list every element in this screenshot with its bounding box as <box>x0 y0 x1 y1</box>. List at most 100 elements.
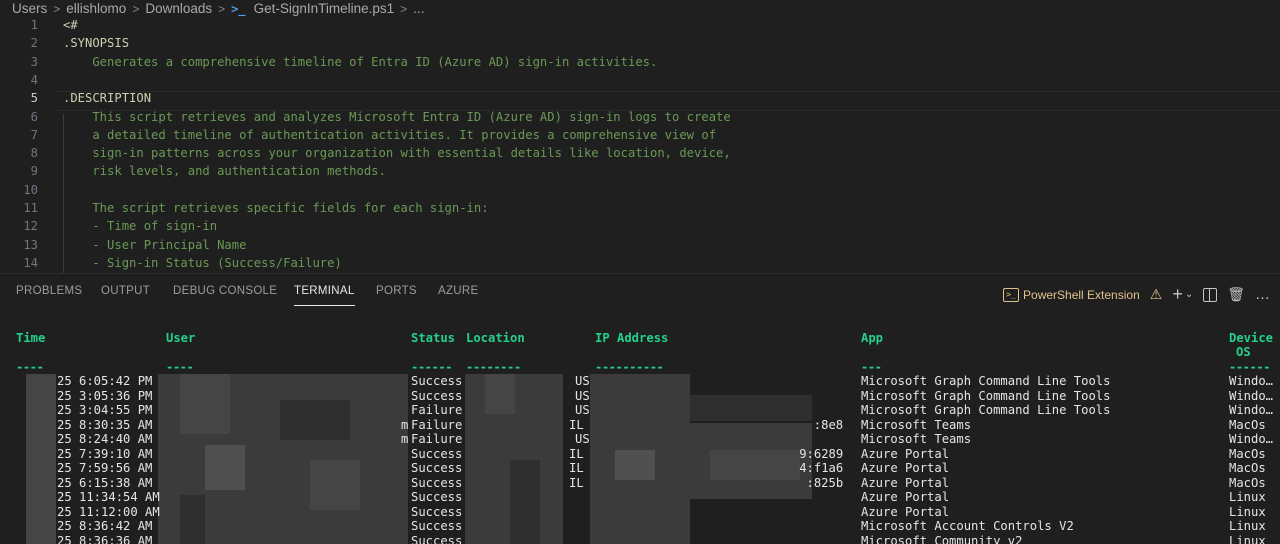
table-row: 25 6:15:38 AM Success IL:825b Azure Portal M… <box>0 476 1280 491</box>
underline-location: -------- <box>466 360 521 374</box>
code-line[interactable]: 4 <box>0 73 1280 91</box>
line-number: 7 <box>30 127 38 142</box>
breadcrumb-item-users[interactable]: Users <box>12 1 47 16</box>
cell-status: Failure <box>411 432 463 446</box>
cell-ip: 4:f1a6 <box>799 461 844 475</box>
line-number: 11 <box>23 201 38 215</box>
code-line[interactable]: 11 The script retrieves specific fields … <box>0 201 1280 219</box>
column-header-time: Time <box>16 331 46 345</box>
code-line[interactable]: 1 <# <box>0 18 1280 36</box>
code-line[interactable]: 13 - User Principal Name <box>0 238 1280 256</box>
code-text: <# <box>63 18 78 32</box>
cell-time: 25 3:04:55 PM <box>57 403 153 417</box>
powershell-icon[interactable]: >_ <box>1003 287 1020 302</box>
breadcrumb-item-more[interactable]: ... <box>413 1 424 16</box>
cell-status: Success <box>411 490 463 504</box>
column-header-user: User <box>166 331 196 345</box>
breadcrumb-item-user[interactable]: ellishlomo <box>66 1 126 16</box>
line-number: 10 <box>23 182 38 197</box>
column-header-location: Location <box>466 331 525 345</box>
code-text: risk levels, and authentication methods. <box>63 164 386 179</box>
cell-status: Success <box>411 374 463 388</box>
code-line[interactable]: 12 - Time of sign-in <box>0 219 1280 237</box>
table-row: 25 8:36:42 AM Success Microsoft Account Co… <box>0 519 1280 534</box>
add-terminal-icon[interactable]: + <box>1172 284 1183 305</box>
terminal-name[interactable]: PowerShell Extension <box>1023 288 1140 302</box>
more-icon[interactable]: … <box>1255 286 1270 303</box>
code-line[interactable]: 14 - Sign-in Status (Success/Failure) <box>0 256 1280 273</box>
tab-debug-console[interactable]: DEBUG CONSOLE <box>173 285 277 297</box>
tab-azure[interactable]: AZURE <box>438 285 478 297</box>
breadcrumb-item-downloads[interactable]: Downloads <box>145 1 212 16</box>
code-text: - User Principal Name <box>63 237 247 252</box>
code-line[interactable]: 10 <box>0 183 1280 201</box>
cell-time: 25 7:39:10 AM <box>57 446 153 461</box>
code-line[interactable]: 3 Generates a comprehensive timeline of … <box>0 55 1280 73</box>
underline-app: --- <box>861 360 882 374</box>
cell-status: Failure <box>411 417 463 432</box>
trash-icon[interactable]: 🗑 <box>1227 286 1245 303</box>
code-line[interactable]: 5 .DESCRIPTION <box>0 91 1280 109</box>
underline-status: ------ <box>411 360 453 374</box>
cell-app: Azure Portal <box>861 475 950 490</box>
cell-ip: 9:6289 <box>799 446 844 461</box>
cell-app: Microsoft Graph Command Line Tools <box>861 388 1111 403</box>
breadcrumb-item-file[interactable]: Get-SignInTimeline.ps1 <box>254 1 395 16</box>
cell-status: Success <box>411 475 463 490</box>
chevron-down-icon[interactable]: ⌄ <box>1185 289 1193 300</box>
cell-location: IL <box>569 446 584 461</box>
code-line[interactable]: 2 .SYNOPSIS <box>0 36 1280 54</box>
cell-os: Windo… <box>1229 403 1274 417</box>
code-editor[interactable]: 1 <# 2 .SYNOPSIS 3 Generates a comprehensive… <box>0 18 1280 273</box>
column-header-os: OS <box>1236 345 1251 359</box>
panel-actions: >_ PowerShell Extension ⚠ + ⌄ 🗑 … <box>1003 284 1270 305</box>
tab-ports[interactable]: PORTS <box>376 285 417 297</box>
underline-ip: ---------- <box>595 360 664 374</box>
code-text: .DESCRIPTION <box>63 91 152 106</box>
tab-problems[interactable]: PROBLEMS <box>16 285 82 297</box>
column-header-device-os: Device OS <box>1229 331 1273 359</box>
cell-location: IL <box>569 417 584 432</box>
line-number: 1 <box>30 18 38 32</box>
code-line[interactable]: 8 sign-in patterns across your organizat… <box>0 146 1280 164</box>
cell-location: US <box>575 403 590 417</box>
table-row: 25 8:30:35 AM m Failure IL:8e8 Microsoft Tea… <box>0 418 1280 433</box>
cell-time: 25 11:34:54 AM <box>57 490 160 504</box>
code-text: sign-in patterns across your organizatio… <box>63 146 731 161</box>
cell-os: Windo… <box>1229 374 1274 388</box>
cell-status: Success <box>411 504 463 519</box>
column-header-device: Device <box>1229 331 1274 345</box>
cell-user: m <box>401 417 409 432</box>
breadcrumb: Users > ellishlomo > Downloads > >_ Get-… <box>0 0 1280 17</box>
line-number: 3 <box>30 54 38 69</box>
cell-time: 25 8:36:36 AM <box>57 533 153 544</box>
cell-time: 25 6:05:42 PM <box>57 374 153 388</box>
code-text: Generates a comprehensive timeline of En… <box>63 54 658 69</box>
chevron-right-icon: > <box>218 1 226 16</box>
code-line[interactable]: 9 risk levels, and authentication method… <box>0 164 1280 182</box>
code-line[interactable]: 7 a detailed timeline of authentication … <box>0 128 1280 146</box>
code-text: This script retrieves and analyzes Micro… <box>63 109 731 124</box>
line-number: 8 <box>30 146 38 161</box>
cell-os: MacOs <box>1229 446 1266 461</box>
cell-location: US <box>575 374 590 388</box>
code-text: - Sign-in Status (Success/Failure) <box>63 255 342 270</box>
line-number: 13 <box>23 237 38 252</box>
table-row: 25 3:05:36 PM Success US Microsoft Graph Co… <box>0 389 1280 404</box>
cell-time: 25 7:59:56 AM <box>57 461 153 475</box>
cell-status: Success <box>411 388 463 403</box>
code-line[interactable]: 6 This script retrieves and analyzes Mic… <box>0 110 1280 128</box>
cell-ip: :825b <box>806 475 844 490</box>
cell-app: Microsoft Graph Command Line Tools <box>861 403 1111 417</box>
tab-terminal[interactable]: TERMINAL <box>294 285 355 306</box>
cell-os: MacOs <box>1229 461 1266 475</box>
cell-os: MacOs <box>1229 475 1266 490</box>
split-terminal-icon[interactable] <box>1203 287 1218 302</box>
tab-output[interactable]: OUTPUT <box>101 285 150 297</box>
terminal-output[interactable]: Time User Status Location IP Address App… <box>0 310 1280 544</box>
column-header-app: App <box>861 331 884 345</box>
cell-user: m <box>401 432 409 446</box>
line-number: 2 <box>30 36 38 51</box>
warning-icon[interactable]: ⚠ <box>1150 286 1163 303</box>
cell-app: Microsoft Account Controls V2 <box>861 519 1074 533</box>
